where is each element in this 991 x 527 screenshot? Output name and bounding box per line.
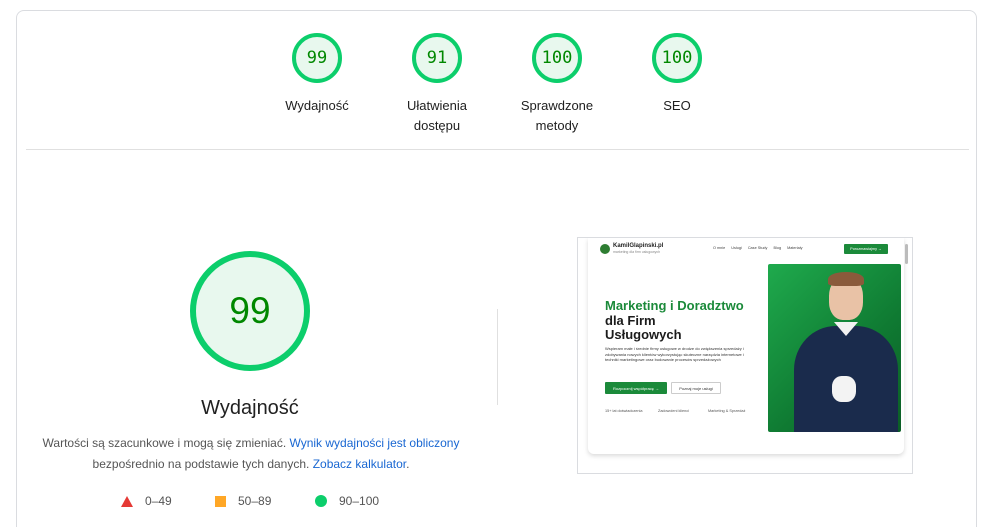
preview-feature: Marketing & Sprzedaż — [708, 409, 746, 413]
legend-fail: 0–49 — [121, 494, 172, 508]
preview-hero-dark2: Usługowych — [605, 327, 682, 342]
legend-range: 0–49 — [145, 494, 172, 508]
gauge-label-line2: metody — [535, 118, 579, 133]
desc-text: bezpośrednio na podstawie tych danych. — [92, 457, 313, 471]
gauge-label: Wydajność — [262, 96, 372, 116]
person-hand — [832, 376, 856, 402]
final-screenshot: KamilGlapinski.pl marketing dla firm usł… — [577, 237, 913, 474]
score-gauge: 100 — [532, 33, 582, 83]
calculator-link[interactable]: Zobacz kalkulator — [313, 457, 406, 471]
preview-nav-links: O mnie Usługi Case Study Blog Materiały — [713, 246, 802, 250]
preview-nav-cta: Porozmawiajmy → — [844, 244, 888, 254]
legend-range: 50–89 — [238, 494, 272, 508]
preview-feature: Zadowoleni klienci — [658, 409, 690, 413]
legend-average: 50–89 — [215, 494, 271, 508]
gauge-label: Ułatwienia dostępu — [382, 96, 492, 136]
performance-title: Wydajność — [201, 397, 299, 419]
gauge-label-line1: Ułatwienia — [407, 98, 467, 113]
logo-icon — [600, 244, 610, 254]
preview-hero-photo — [768, 264, 901, 432]
page-preview: KamilGlapinski.pl marketing dla firm usł… — [588, 238, 904, 454]
preview-brand: KamilGlapinski.pl — [613, 243, 664, 249]
preview-brand-sub: marketing dla firm usługowych — [613, 250, 661, 254]
gauge-performance[interactable]: 99 Wydajność — [262, 33, 372, 116]
preview-secondary-button: Poznaj moje usługi — [671, 382, 721, 394]
square-icon — [215, 495, 226, 507]
gauge-best-practices[interactable]: 100 Sprawdzone metody — [502, 33, 612, 136]
preview-nav-item: Materiały — [787, 246, 803, 250]
gauge-accessibility[interactable]: 91 Ułatwienia dostępu — [382, 33, 492, 136]
section-divider — [26, 149, 969, 150]
legend-pass: 90–100 — [315, 494, 379, 508]
preview-hero-text: Wspieram małe i średnie firmy usługowe w… — [605, 346, 744, 363]
preview-hero-dark: dla Firm — [605, 312, 656, 328]
person-hair — [828, 272, 864, 286]
desc-text: Wartości są szacunkowe i mogą się zmieni… — [42, 436, 290, 450]
legend-range: 90–100 — [339, 494, 380, 508]
gauge-label-line1: Sprawdzone — [520, 98, 594, 113]
preview-hero-title: Marketing i Doradztwo dla Firm Usługowyc… — [605, 298, 755, 343]
preview-hero-green: Marketing i Doradztwo — [605, 298, 744, 313]
triangle-icon — [121, 495, 133, 507]
gauge-label-line2: dostępu — [413, 118, 461, 133]
preview-primary-button: Rozpocznij współpracę → — [605, 382, 667, 394]
gauge-seo[interactable]: 100 SEO — [622, 33, 732, 116]
score-description: Wartości są szacunkowe i mogą się zmieni… — [41, 433, 461, 475]
performance-score-gauge: 99 — [190, 251, 310, 371]
preview-nav-item: Case Study — [747, 246, 768, 250]
score-legend: 0–49 50–89 90–100 — [17, 494, 497, 514]
gauge-label: Sprawdzone metody — [502, 96, 612, 136]
desc-text: . — [406, 457, 410, 471]
vertical-divider — [497, 309, 498, 405]
score-gauge: 91 — [412, 33, 462, 83]
gauge-label-line1: SEO — [663, 98, 691, 113]
gauge-label-line1: Wydajność — [285, 98, 349, 113]
gauge-label: SEO — [622, 96, 732, 116]
preview-nav-item: O mnie — [713, 246, 726, 250]
preview-nav-item: Usługi — [731, 246, 742, 250]
preview-nav-item: Blog — [773, 246, 782, 250]
preview-navbar: KamilGlapinski.pl marketing dla firm usł… — [588, 238, 904, 260]
category-gauges: 99 Wydajność 91 Ułatwienia dostępu 100 S… — [17, 11, 976, 151]
preview-feature: 15+ lat doświadczenia — [605, 409, 643, 413]
lighthouse-report-card: 99 Wydajność 91 Ułatwienia dostępu 100 S… — [16, 10, 977, 527]
score-gauge: 99 — [292, 33, 342, 83]
preview-scrollbar — [905, 244, 908, 264]
score-calculation-link[interactable]: Wynik wydajności jest obliczony — [290, 436, 460, 450]
circle-icon — [315, 495, 327, 507]
score-gauge: 100 — [652, 33, 702, 83]
